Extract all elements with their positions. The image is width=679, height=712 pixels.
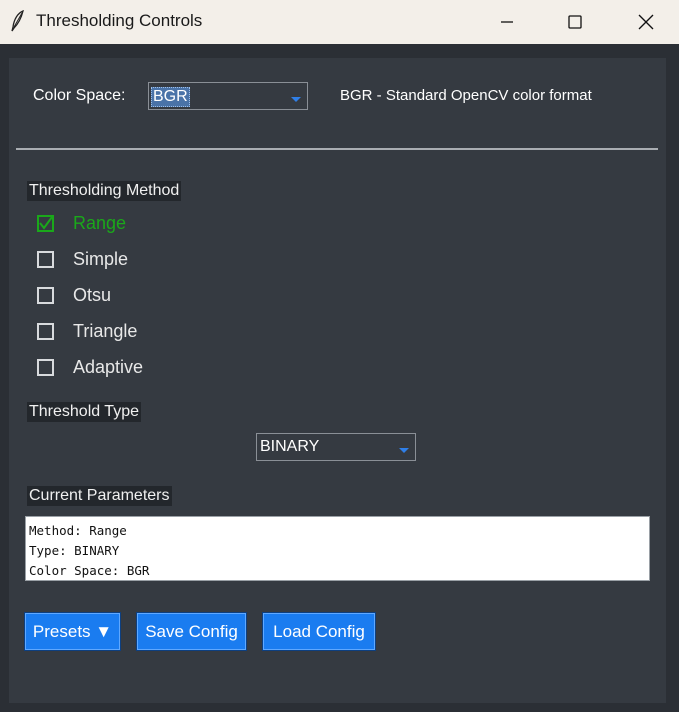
color-space-value: BGR — [151, 87, 190, 107]
save-config-button[interactable]: Save Config — [136, 612, 247, 651]
title-bar: Thresholding Controls — [0, 0, 679, 44]
app-window: Thresholding Controls Color Space: BGR B… — [0, 0, 679, 712]
method-option-label: Otsu — [73, 284, 112, 305]
method-option-adaptive[interactable]: Adaptive — [37, 355, 143, 379]
threshold-type-heading: Threshold Type — [27, 402, 141, 422]
checkbox[interactable] — [37, 286, 54, 304]
separator — [16, 148, 658, 150]
checkmark-icon — [39, 215, 53, 230]
method-option-label: Triangle — [73, 320, 138, 341]
method-option-label: Adaptive — [73, 356, 144, 377]
parameters-textbox[interactable]: Method: Range Type: BINARY Color Space: … — [25, 516, 650, 581]
color-space-label: Color Space: — [33, 87, 126, 104]
controls-panel — [9, 58, 666, 703]
method-option-otsu[interactable]: Otsu — [37, 283, 111, 307]
threshold-type-select[interactable]: BINARY — [256, 433, 416, 461]
maximize-icon — [568, 15, 582, 29]
checkbox[interactable] — [37, 250, 54, 268]
chevron-down-icon — [399, 448, 409, 453]
checkbox[interactable] — [37, 214, 54, 232]
method-option-range[interactable]: Range — [37, 211, 126, 235]
parameter-line: Method: Range — [29, 523, 127, 538]
maximize-button[interactable] — [546, 0, 604, 44]
color-space-description: BGR - Standard OpenCV color format — [340, 87, 592, 104]
method-option-simple[interactable]: Simple — [37, 247, 128, 271]
method-option-label: Range — [73, 212, 127, 233]
method-option-label: Simple — [73, 248, 129, 269]
presets-button[interactable]: Presets ▼ — [24, 612, 121, 651]
load-config-button[interactable]: Load Config — [262, 612, 376, 651]
feather-icon — [11, 10, 24, 32]
parameter-line: Color Space: BGR — [29, 563, 150, 578]
checkbox[interactable] — [37, 358, 54, 376]
current-parameters-heading: Current Parameters — [27, 486, 172, 506]
minimize-icon — [501, 21, 513, 23]
parameter-line: Type: BINARY — [29, 543, 120, 558]
method-option-triangle[interactable]: Triangle — [37, 319, 137, 343]
checkbox[interactable] — [37, 322, 54, 340]
chevron-down-icon — [291, 97, 301, 102]
minimize-button[interactable] — [478, 0, 536, 44]
threshold-type-value: BINARY — [260, 438, 320, 455]
window-title: Thresholding Controls — [36, 11, 203, 30]
close-button[interactable] — [617, 0, 675, 44]
thresholding-method-heading: Thresholding Method — [27, 181, 182, 201]
color-space-select[interactable]: BGR — [148, 82, 308, 110]
close-icon — [638, 14, 654, 30]
